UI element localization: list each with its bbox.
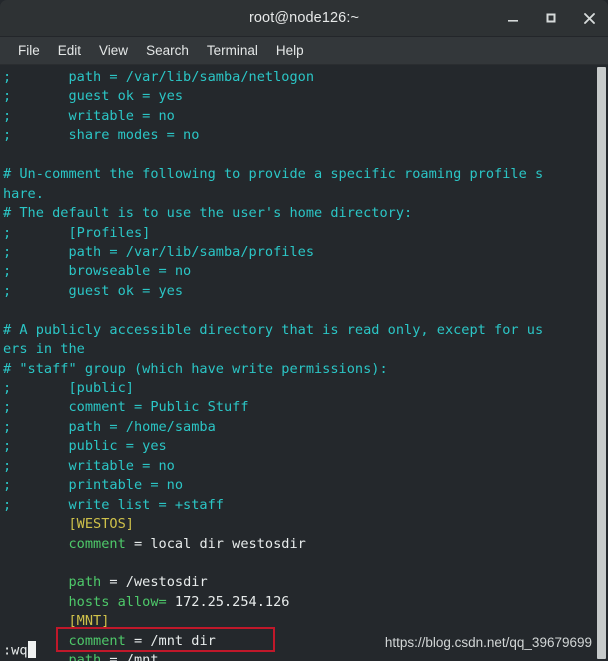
editor-line: ; path = /var/lib/samba/profiles <box>3 243 594 262</box>
editor-text-segment: ers in the <box>3 341 85 358</box>
editor-line: # "staff" group (which have write permis… <box>3 360 594 379</box>
menu-item-help[interactable]: Help <box>267 41 313 60</box>
editor-text-segment: = /mnt dir <box>125 632 216 649</box>
terminal-window: root@node126:~ File Edit View Search Ter… <box>0 0 608 661</box>
editor-line: ; printable = no <box>3 476 594 495</box>
menu-item-search[interactable]: Search <box>137 41 198 60</box>
editor-text-segment <box>3 536 68 552</box>
editor-text-segment: ; guest ok = yes <box>3 282 184 299</box>
editor-text-segment: = /mnt <box>101 652 159 661</box>
editor-text-segment: [MNT] <box>68 613 110 630</box>
editor-line: ; browseable = no <box>3 262 594 281</box>
editor-text-segment: ; guest ok = yes <box>3 88 184 105</box>
editor-text-segment: [WESTOS] <box>68 516 134 533</box>
editor-text-segment: ; path = /var/lib/samba/netlogon <box>3 69 314 85</box>
editor-text-segment: comment <box>68 632 126 649</box>
menu-bar: File Edit View Search Terminal Help <box>0 37 608 65</box>
editor-text-segment: # "staff" group (which have write permis… <box>3 360 388 377</box>
editor-text-segment: hosts allow= <box>68 593 167 610</box>
watermark-url: https://blog.csdn.net/qq_39679699 <box>384 635 592 650</box>
editor-line: ; guest ok = yes <box>3 87 594 106</box>
editor-text-segment: ; share modes = no <box>3 127 200 144</box>
close-button[interactable] <box>578 7 600 29</box>
editor-text-segment: 172.25.254.126 <box>166 593 290 610</box>
title-bar: root@node126:~ <box>0 0 608 37</box>
editor-text-area[interactable]: ; path = /var/lib/samba/netlogon ; guest … <box>3 68 594 661</box>
editor-line: ; [Profiles] <box>3 224 594 243</box>
editor-line: hosts allow= 172.25.254.126 <box>3 593 594 612</box>
editor-line: ; comment = Public Stuff <box>3 398 594 417</box>
editor-text-segment: = local dir westosdir <box>125 535 306 552</box>
editor-text-segment: ; comment = Public Stuff <box>3 399 249 416</box>
editor-text-segment: # The default is to use the user's home … <box>3 205 413 222</box>
menu-item-view[interactable]: View <box>90 41 137 60</box>
window-controls <box>502 0 600 36</box>
editor-line: ; write list = +staff <box>3 496 594 515</box>
editor-line: ; [public] <box>3 379 594 398</box>
editor-text-segment <box>3 613 68 629</box>
menu-item-edit[interactable]: Edit <box>49 41 90 60</box>
menu-item-file[interactable]: File <box>9 41 49 60</box>
editor-text-segment: ; path = /home/samba <box>3 418 216 435</box>
minimize-button[interactable] <box>502 7 524 29</box>
editor-text-segment: hare. <box>3 185 44 202</box>
editor-text-segment: # Un-comment the following to provide a … <box>3 166 544 183</box>
editor-line: [WESTOS] <box>3 515 594 534</box>
editor-text-segment: path <box>68 574 102 591</box>
editor-line: path = /mnt <box>3 651 594 661</box>
editor-text-segment: ; writable = no <box>3 107 175 124</box>
editor-line: ; writable = no <box>3 457 594 476</box>
editor-line: # Un-comment the following to provide a … <box>3 165 594 184</box>
editor-line: ; path = /var/lib/samba/netlogon <box>3 68 594 87</box>
editor-text-segment: ; writable = no <box>3 457 175 474</box>
editor-line: path = /westosdir <box>3 573 594 592</box>
maximize-button[interactable] <box>540 7 562 29</box>
editor-text-segment: path <box>68 652 102 661</box>
editor-text-segment: ; printable = no <box>3 477 184 494</box>
editor-text-segment: # A publicly accessible directory that i… <box>3 321 544 338</box>
editor-line: ers in the <box>3 340 594 359</box>
editor-line: ; path = /home/samba <box>3 418 594 437</box>
editor-line: # A publicly accessible directory that i… <box>3 321 594 340</box>
menu-item-terminal[interactable]: Terminal <box>198 41 267 60</box>
editor-text-segment: ; [Profiles] <box>3 224 151 241</box>
editor-text-segment <box>3 574 68 590</box>
scrollbar-thumb[interactable] <box>597 67 606 659</box>
editor-text-segment: = /westosdir <box>101 574 208 591</box>
editor-text-segment <box>3 516 68 532</box>
editor-text-segment <box>3 594 68 610</box>
editor-line: comment = local dir westosdir <box>3 535 594 554</box>
scrollbar-track[interactable] <box>594 65 608 661</box>
text-cursor <box>27 641 36 659</box>
terminal-body[interactable]: ; path = /var/lib/samba/netlogon ; guest … <box>0 65 608 661</box>
editor-line: hare. <box>3 185 594 204</box>
editor-text-segment: ; [public] <box>3 380 134 396</box>
editor-line: ; share modes = no <box>3 126 594 145</box>
vim-command-line: :wq <box>3 641 36 661</box>
editor-line: ; writable = no <box>3 107 594 126</box>
editor-text-segment: ; write list = +staff <box>3 496 224 513</box>
editor-line: [MNT] <box>3 612 594 631</box>
vim-command-text: :wq <box>3 642 28 659</box>
window-title: root@node126:~ <box>248 10 360 26</box>
editor-text-segment: ; browseable = no <box>3 263 192 280</box>
editor-line: # The default is to use the user's home … <box>3 204 594 223</box>
editor-line: ; guest ok = yes <box>3 282 594 301</box>
editor-text-segment: ; public = yes <box>3 438 167 455</box>
editor-line: ; public = yes <box>3 437 594 456</box>
editor-text-segment: comment <box>68 535 126 552</box>
editor-text-segment: ; path = /var/lib/samba/profiles <box>3 243 314 260</box>
